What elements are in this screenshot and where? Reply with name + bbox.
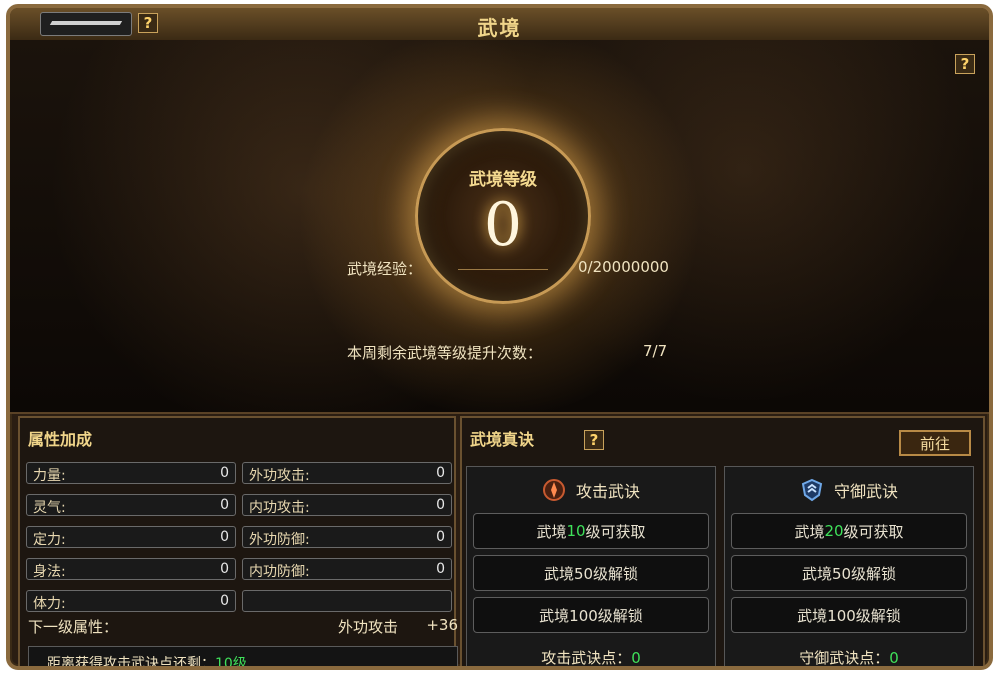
goto-button[interactable]: 前往: [899, 430, 971, 456]
attack-title: 攻击武诀: [575, 482, 640, 501]
wujing-window: ? 武境 ? 武境等级 0 武境经验： 0/20000000 本周剩余武境等级提…: [6, 4, 993, 670]
attr-cell: 体力: 0: [26, 590, 236, 612]
attributes-panel: 属性加成 力量: 0 外功攻击: 0 灵气: 0 内功攻击: 0 定力: 0 外…: [18, 416, 458, 670]
slot-suffix: 级可获取: [585, 522, 646, 541]
unlock-hint: 距离获得攻击武诀点还剩：10级: [28, 646, 458, 670]
attr-value: 0: [220, 465, 229, 481]
attr-value: 0: [220, 593, 229, 609]
secrets-panel: 武境真诀 ? 前往 攻击武诀 武境 10 级可获取 武境50级解锁 武境100级解锁…: [460, 416, 985, 667]
attr-value: 0: [436, 561, 445, 577]
next-level-value: +36: [426, 616, 458, 634]
slot-suffix: 级可获取: [843, 522, 904, 541]
attack-emblem-icon: [542, 479, 565, 501]
attack-points-label: 攻击武诀点：: [541, 649, 632, 667]
orb-divider: [458, 269, 548, 270]
level-label: 武境等级: [469, 170, 537, 190]
attr-value: 0: [220, 561, 229, 577]
attr-label: 灵气:: [33, 500, 66, 516]
weekly-label: 本周剩余武境等级提升次数：: [347, 344, 543, 362]
weekly-value: 7/7: [643, 342, 668, 360]
attr-value: 0: [220, 529, 229, 545]
slot-prefix: 武境: [794, 522, 825, 541]
unlock-hint-value: 10级: [215, 656, 247, 670]
attr-value: 0: [220, 497, 229, 513]
attr-value: 0: [436, 529, 445, 545]
level-value: 0: [483, 190, 523, 260]
slot-prefix: 武境: [536, 522, 567, 541]
slot-level: 20: [824, 522, 844, 540]
next-level-label: 下一级属性：: [28, 618, 119, 636]
attr-cell: 内功防御: 0: [242, 558, 452, 580]
defense-header: 守御武诀: [725, 473, 973, 507]
attr-cell: 外功攻击: 0: [242, 462, 452, 484]
attr-value: 0: [436, 497, 445, 513]
attr-cell: 身法: 0: [26, 558, 236, 580]
attr-value: 0: [436, 465, 445, 481]
defense-points: 守御武诀点：0: [725, 647, 973, 667]
defense-slot-1[interactable]: 武境 20 级可获取: [731, 513, 967, 549]
defense-title: 守御武诀: [833, 482, 898, 501]
secrets-title: 武境真诀: [470, 430, 535, 449]
defense-emblem-icon: [801, 478, 823, 502]
next-level-attr: 外功攻击: [338, 618, 399, 636]
attr-cell: 力量: 0: [26, 462, 236, 484]
attack-column: 攻击武诀 武境 10 级可获取 武境50级解锁 武境100级解锁 攻击武诀点：0: [466, 466, 716, 667]
defense-points-label: 守御武诀点：: [799, 649, 890, 667]
attr-label: 体力:: [33, 596, 66, 612]
attr-cell-empty: [242, 590, 452, 612]
attack-slot-2[interactable]: 武境50级解锁: [473, 555, 709, 591]
defense-slot-2[interactable]: 武境50级解锁: [731, 555, 967, 591]
title-bar: ? 武境: [10, 8, 989, 42]
unlock-hint-text: 距离获得攻击武诀点还剩：: [47, 656, 215, 670]
attr-label: 力量:: [33, 468, 66, 484]
attributes-title: 属性加成: [28, 430, 93, 449]
attr-label: 内功防御:: [249, 564, 310, 580]
attr-cell: 定力: 0: [26, 526, 236, 548]
attr-cell: 内功攻击: 0: [242, 494, 452, 516]
window-title: 武境: [477, 16, 522, 40]
attr-cell: 外功防御: 0: [242, 526, 452, 548]
slot-level: 10: [566, 522, 586, 540]
defense-slot-3[interactable]: 武境100级解锁: [731, 597, 967, 633]
attack-slot-3[interactable]: 武境100级解锁: [473, 597, 709, 633]
exp-label: 武境经验：: [347, 260, 423, 278]
attr-label: 定力:: [33, 532, 66, 548]
help-icon[interactable]: ?: [584, 430, 604, 450]
attr-cell: 灵气: 0: [26, 494, 236, 516]
help-icon[interactable]: ?: [955, 54, 975, 74]
level-orb: 武境等级 0: [415, 128, 591, 304]
attack-header: 攻击武诀: [467, 473, 715, 507]
attr-label: 身法:: [33, 564, 66, 580]
attr-label: 外功防御:: [249, 532, 310, 548]
defense-column: 守御武诀 武境 20 级可获取 武境50级解锁 武境100级解锁 守御武诀点：0: [724, 466, 974, 667]
next-level-row: 下一级属性： 外功攻击 +36: [28, 614, 458, 638]
defense-points-value: 0: [889, 649, 899, 667]
attr-label: 外功攻击:: [249, 468, 310, 484]
attack-points: 攻击武诀点：0: [467, 647, 715, 667]
attack-points-value: 0: [631, 649, 641, 667]
attr-label: 内功攻击:: [249, 500, 310, 516]
exp-value: 0/20000000: [578, 258, 669, 276]
level-scene: ? 武境等级 0 武境经验： 0/20000000 本周剩余武境等级提升次数： …: [10, 40, 989, 414]
attack-slot-1[interactable]: 武境 10 级可获取: [473, 513, 709, 549]
